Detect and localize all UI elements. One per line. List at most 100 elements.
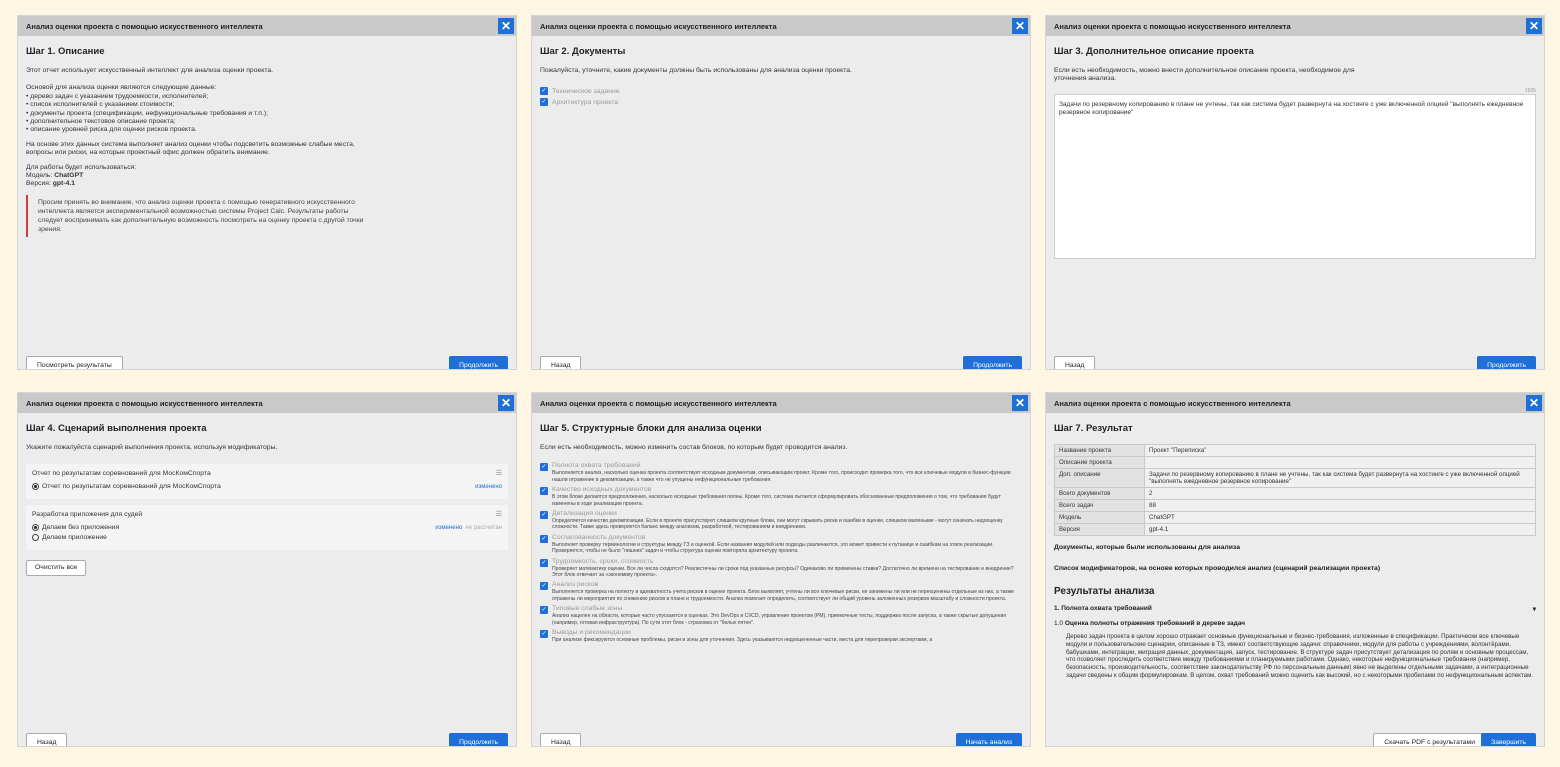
model-label: Модель: xyxy=(26,172,53,180)
checkbox-checked-icon[interactable]: ✓ xyxy=(540,630,548,639)
block-title: Типовые слабые зоны xyxy=(552,605,623,613)
close-icon[interactable]: ✕ xyxy=(1012,18,1028,34)
analysis-block[interactable]: ✓ Согласованность документов Выполняет про… xyxy=(540,534,1022,555)
analysis-block[interactable]: ✓ Выводы и рекомендации При анализе фиксир… xyxy=(540,629,1022,643)
radio-selected-icon[interactable] xyxy=(32,524,39,532)
close-icon[interactable]: ✕ xyxy=(498,395,514,411)
scenario-card: Разработка приложения для судей ☰ Делаем… xyxy=(26,505,508,551)
intro-text: Если есть необходимость, можно внести до… xyxy=(1054,67,1355,83)
docs-used-heading: Документы, которые были использованы для… xyxy=(1054,544,1240,551)
description-textarea[interactable]: Задачи по резервному копированию в плане… xyxy=(1054,93,1536,259)
dialog-step1: Анализ оценки проекта с помощью искусств… xyxy=(17,15,517,370)
dialog-title: Анализ оценки проекта с помощью искусств… xyxy=(1054,21,1291,31)
radio-unselected-icon[interactable] xyxy=(32,534,39,542)
clear-all-button[interactable]: Очистить все xyxy=(26,560,87,577)
dialog-title: Анализ оценки проекта с помощью искусств… xyxy=(26,21,263,31)
start-analysis-button[interactable]: Начать анализ xyxy=(955,733,1022,746)
step-heading: Шаг 3. Дополнительное описание проекта xyxy=(1054,46,1254,57)
result-paragraph: Дерево задач проекта в целом хорошо отра… xyxy=(1066,633,1534,679)
table-row: Версия gpt-4.1 xyxy=(1054,523,1536,536)
radio-label: Делаем без приложения xyxy=(42,524,120,532)
close-icon[interactable]: ✕ xyxy=(498,18,514,34)
download-pdf-button[interactable]: Скачать PDF с результатами xyxy=(1373,733,1486,746)
back-button[interactable]: Назад xyxy=(1054,356,1096,369)
step-heading: Шаг 1. Описание xyxy=(26,46,105,57)
purpose-text: На основе этих данных система выполняет … xyxy=(26,140,355,157)
block-description: Анализ нацелен на области, которые часто… xyxy=(552,613,1007,626)
modifiers-heading: Список модификаторов, на основе которых … xyxy=(1054,565,1381,572)
radio-selected-icon[interactable] xyxy=(32,483,39,491)
intro-text: Пожалуйста, уточните, какие документы до… xyxy=(540,67,852,74)
table-row: Модель ChatGPT xyxy=(1054,511,1536,524)
caret-down-icon[interactable]: ▾ xyxy=(1533,605,1536,613)
block-title: Качество исходных документов xyxy=(552,486,652,494)
analysis-block[interactable]: ✓ Детализация оценки Определяется качество… xyxy=(540,510,1022,531)
doc-checkbox[interactable]: ✓ Техническое задание xyxy=(540,87,1022,96)
checkbox-checked-icon[interactable]: ✓ xyxy=(540,463,548,472)
block-title: Согласованность документов xyxy=(552,533,646,541)
radio-label: Делаем приложение xyxy=(42,534,107,542)
view-results-button[interactable]: Посмотреть результаты xyxy=(26,356,123,369)
dialog-step7: Анализ оценки проекта с помощью искусств… xyxy=(1045,392,1545,747)
analysis-block[interactable]: ✓ Анализ рисков Выполняется проверка на по… xyxy=(540,581,1022,602)
subsection-title: 1.0 Оценка полноты отражения требований … xyxy=(1054,620,1245,627)
table-row: Всего задач 88 xyxy=(1054,499,1536,512)
intro-text: Укажите пожалуйста сценарий выполнения п… xyxy=(26,444,278,451)
version-value: gpt-4.1 xyxy=(52,180,76,188)
analysis-block[interactable]: ✓ Типовые слабые зоны Анализ нацелен на об… xyxy=(540,605,1022,626)
checkbox-checked-icon[interactable]: ✓ xyxy=(540,487,548,496)
table-row: Доп. описание Задачи по резервному копиро… xyxy=(1054,468,1536,488)
close-icon[interactable]: ✕ xyxy=(1526,395,1542,411)
data-intro-text: Основой для анализа оценки являются след… xyxy=(26,84,217,92)
checkbox-checked-icon[interactable]: ✓ xyxy=(540,511,548,520)
scenario-card: Отчет по результатам соревнований для Мо… xyxy=(26,464,508,500)
close-icon[interactable]: ✕ xyxy=(1012,395,1028,411)
finish-button[interactable]: Завершить xyxy=(1481,733,1536,746)
dialog-titlebar: Анализ оценки проекта с помощью искусств… xyxy=(532,16,1030,36)
version-label: Версия: xyxy=(26,180,51,188)
dialog-title: Анализ оценки проекта с помощью искусств… xyxy=(1054,398,1291,408)
radio-option[interactable]: Делаем без приложения изменено не рассчит… xyxy=(32,524,502,532)
notes-icon[interactable]: ☰ xyxy=(496,469,502,477)
analysis-block[interactable]: ✓ Качество исходных документов В этом блок… xyxy=(540,486,1022,507)
step-heading: Шаг 7. Результат xyxy=(1054,423,1133,434)
dialog-titlebar: Анализ оценки проекта с помощью искусств… xyxy=(1046,393,1544,413)
use-label: Для работы будет использоваться: xyxy=(26,163,137,171)
block-description: Выполняется проверка на полноту и адеква… xyxy=(552,589,1014,602)
continue-button[interactable]: Продолжить xyxy=(449,356,508,369)
checkbox-checked-icon[interactable]: ✓ xyxy=(540,582,548,591)
results-section-toggle[interactable]: 1. Полнота охвата требований ▾ xyxy=(1054,605,1536,613)
doc-label: Архитектура проекта xyxy=(552,98,619,106)
doc-checkbox[interactable]: ✓ Архитектура проекта xyxy=(540,98,1022,107)
block-title: Детализация оценки xyxy=(552,510,617,518)
doc-label: Техническое задание xyxy=(552,87,620,95)
back-button[interactable]: Назад xyxy=(26,733,68,746)
checkbox-checked-icon[interactable]: ✓ xyxy=(540,98,548,107)
changed-badge: изменено не рассчитан xyxy=(435,524,502,531)
back-button[interactable]: Назад xyxy=(540,733,582,746)
radio-option[interactable]: Делаем приложение xyxy=(32,534,502,542)
checkbox-checked-icon[interactable]: ✓ xyxy=(540,558,548,567)
analysis-block[interactable]: ✓ Трудоемкость, сроки, стоимость Проверяет… xyxy=(540,558,1022,579)
block-description: Определяется качество декомпозиции. Если… xyxy=(552,518,1003,531)
continue-button[interactable]: Продолжить xyxy=(449,733,508,746)
analysis-block[interactable]: ✓ Полнота охвата требований Выполняется ан… xyxy=(540,462,1022,483)
dialog-step2: Анализ оценки проекта с помощью искусств… xyxy=(531,15,1031,370)
block-title: Выводы и рекомендации xyxy=(552,629,631,637)
step-heading: Шаг 5. Структурные блоки для анализа оце… xyxy=(540,423,762,434)
radio-option[interactable]: Отчет по результатам соревнований для Мо… xyxy=(32,483,502,491)
close-icon[interactable]: ✕ xyxy=(1526,18,1542,34)
continue-button[interactable]: Продолжить xyxy=(963,356,1022,369)
radio-label: Отчет по результатам соревнований для Мо… xyxy=(42,483,221,491)
dialog-title: Анализ оценки проекта с помощью искусств… xyxy=(540,398,777,408)
checkbox-checked-icon[interactable]: ✓ xyxy=(540,534,548,543)
table-row: Название проекта Проект "Переписка" xyxy=(1054,444,1536,457)
checkbox-checked-icon[interactable]: ✓ xyxy=(540,87,548,96)
table-row: Всего документов 2 xyxy=(1054,487,1536,500)
dialog-titlebar: Анализ оценки проекта с помощью искусств… xyxy=(18,393,516,413)
notes-icon[interactable]: ☰ xyxy=(496,510,502,518)
continue-button[interactable]: Продолжить xyxy=(1477,356,1536,369)
checkbox-checked-icon[interactable]: ✓ xyxy=(540,606,548,615)
scenario-title: Отчет по результатам соревнований для Мо… xyxy=(32,470,211,478)
back-button[interactable]: Назад xyxy=(540,356,582,369)
